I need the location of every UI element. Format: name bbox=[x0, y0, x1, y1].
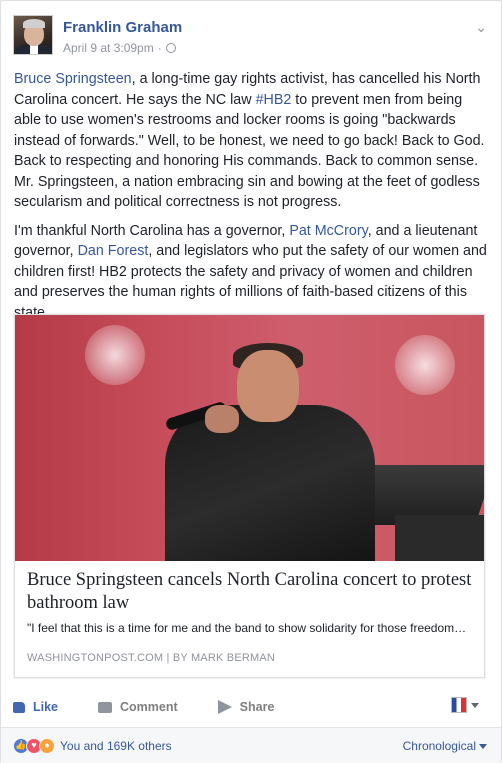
post-header: Franklin Graham April 9 at 3:09pm · ⌄ bbox=[13, 15, 491, 61]
attachment-description: "I feel that this is a time for me and t… bbox=[27, 621, 467, 635]
attachment-photo[interactable] bbox=[15, 315, 484, 561]
comment-button[interactable]: Comment bbox=[98, 700, 178, 714]
author-avatar[interactable] bbox=[13, 15, 53, 55]
link-attachment[interactable]: Bruce Springsteen cancels North Carolina… bbox=[14, 314, 485, 678]
attachment-text: Bruce Springsteen cancels North Carolina… bbox=[27, 569, 477, 664]
post-paragraph-2: I'm thankful North Carolina has a govern… bbox=[14, 222, 487, 321]
post-body: Bruce Springsteen, a long-time gay right… bbox=[14, 69, 492, 331]
reactions-footer: 👍 ♥ ● You and 169K others Chronological bbox=[1, 727, 501, 763]
thumbs-up-icon bbox=[13, 701, 25, 713]
caret-down-icon bbox=[479, 743, 487, 749]
globe-icon[interactable] bbox=[165, 43, 176, 53]
reactions-summary[interactable]: 👍 ♥ ● You and 169K others bbox=[13, 738, 172, 754]
post-card: Franklin Graham April 9 at 3:09pm · ⌄ Br… bbox=[0, 0, 502, 763]
post-paragraph-1: Bruce Springsteen, a long-time gay right… bbox=[14, 71, 485, 210]
action-bar: Like Comment Share bbox=[13, 691, 491, 723]
meta-separator: · bbox=[157, 41, 162, 55]
link-pat-mccrory[interactable]: Pat McCrory bbox=[289, 223, 367, 239]
chevron-down-icon[interactable]: ⌄ bbox=[475, 19, 487, 36]
author-name[interactable]: Franklin Graham bbox=[63, 19, 182, 36]
hashtag-hb2[interactable]: #HB2 bbox=[256, 92, 292, 108]
profile-flag-icon bbox=[451, 697, 467, 713]
share-arrow-icon bbox=[217, 700, 232, 714]
attachment-source: WASHINGTONPOST.COM | BY MARK BERMAN bbox=[27, 652, 276, 664]
comment-icon bbox=[98, 701, 113, 713]
attachment-domain: WASHINGTONPOST.COM bbox=[27, 652, 164, 664]
post-meta: April 9 at 3:09pm · bbox=[63, 41, 176, 55]
link-bruce-springsteen[interactable]: Bruce Springsteen bbox=[14, 71, 132, 87]
comment-sort-dropdown[interactable]: Chronological bbox=[403, 739, 487, 753]
attachment-byline: BY MARK BERMAN bbox=[172, 652, 276, 664]
share-button[interactable]: Share bbox=[217, 700, 274, 714]
link-dan-forest[interactable]: Dan Forest bbox=[78, 243, 149, 259]
post-as-selector[interactable] bbox=[451, 697, 479, 713]
angry-reaction-icon: ● bbox=[39, 738, 55, 754]
attachment-title[interactable]: Bruce Springsteen cancels North Carolina… bbox=[27, 569, 477, 615]
like-button[interactable]: Like bbox=[13, 700, 58, 714]
caret-down-icon bbox=[471, 702, 479, 708]
post-timestamp[interactable]: April 9 at 3:09pm bbox=[63, 41, 154, 55]
reactions-count[interactable]: You and 169K others bbox=[60, 739, 172, 753]
